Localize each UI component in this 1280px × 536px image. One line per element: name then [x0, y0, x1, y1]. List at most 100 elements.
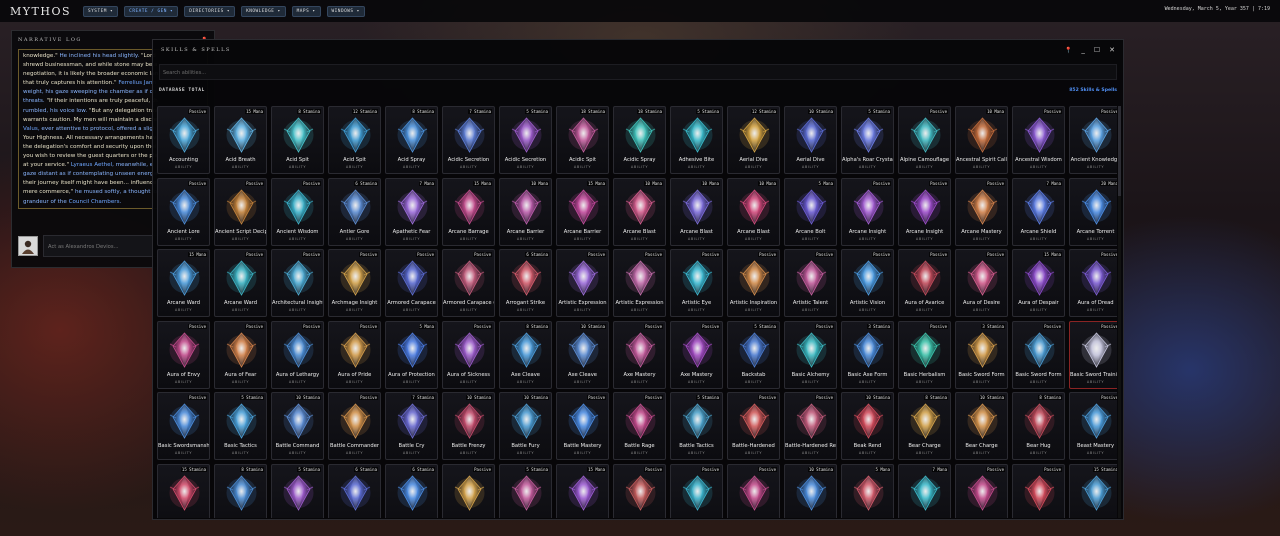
ability-card[interactable]: 5 Stamina Battle Tactics ABILITY [670, 392, 723, 460]
ability-card[interactable]: Passive Armored Carapace ABILITY [385, 249, 438, 317]
ability-card[interactable]: 5 Mana [841, 463, 894, 518]
ability-card[interactable]: Passive Battle-Hardened Resolve ABILITY [784, 392, 837, 460]
ability-card[interactable]: Passive Artistic Eye ABILITY [670, 249, 723, 317]
ability-card[interactable]: Passive Basic Alchemy ABILITY [784, 320, 837, 389]
ability-card[interactable]: 6 Stamina Arrogant Strike ABILITY [499, 249, 552, 317]
ability-card[interactable]: Passive Battle Rage ABILITY [613, 392, 666, 460]
ability-card[interactable]: Passive Alpine Camouflage ABILITY [898, 106, 951, 174]
ability-card[interactable]: 10 Mana Arcane Blast ABILITY [613, 177, 666, 246]
ability-card[interactable]: Passive Aura of Pride ABILITY [328, 320, 381, 389]
ability-card[interactable]: 5 Stamina Backstab ABILITY [727, 320, 780, 389]
ability-card[interactable]: Passive Ancient Wisdom ABILITY [271, 177, 324, 246]
menu-maps[interactable]: MAPS ▾ [291, 5, 321, 17]
character-name-link[interactable]: Council Chambers [69, 199, 120, 205]
ability-card[interactable]: Passive Arcane Ward ABILITY [214, 249, 267, 317]
ability-card[interactable]: 10 Stamina Axe Cleave ABILITY [556, 320, 609, 389]
ability-card[interactable]: 15 Mana Arcane Ward ABILITY [157, 249, 210, 317]
ability-card[interactable]: 10 Stamina Battle Fury ABILITY [499, 392, 552, 460]
scrollbar[interactable] [1118, 106, 1121, 518]
ability-card[interactable]: 8 Stamina Bear Charge ABILITY [898, 392, 951, 460]
ability-card[interactable]: 10 Stamina Battle Frenzy ABILITY [442, 392, 495, 460]
ability-card[interactable]: Passive Architectural Insight ABILITY [271, 249, 324, 317]
pin-icon[interactable]: 📍 [1065, 47, 1072, 54]
close-icon[interactable]: ✕ [1109, 46, 1115, 54]
ability-card[interactable]: Passive Basic Swordsmanship ABILITY [157, 392, 210, 460]
ability-card[interactable]: Passive Ancestral Wisdom ABILITY [1012, 106, 1065, 174]
ability-card[interactable]: Passive Aura of Desire ABILITY [955, 249, 1008, 317]
ability-card[interactable]: 8 Stamina Acid Spray ABILITY [385, 106, 438, 174]
ability-card[interactable]: 15 Stamina [157, 463, 210, 518]
ability-card[interactable]: 8 Stamina Axe Cleave ABILITY [499, 320, 552, 389]
ability-card[interactable]: 10 Stamina Battle Command ABILITY [271, 392, 324, 460]
ability-card[interactable]: 6 Stamina [385, 463, 438, 518]
ability-card[interactable]: Passive Artistic Talent ABILITY [784, 249, 837, 317]
ability-card[interactable]: 5 Mana Aura of Protection ABILITY [385, 320, 438, 389]
minimize-icon[interactable]: _ [1081, 46, 1085, 54]
avatar[interactable] [18, 236, 38, 256]
menu-windows[interactable]: WINDOWS ▾ [326, 5, 365, 17]
ability-card[interactable]: 5 Stamina [271, 463, 324, 518]
ability-card[interactable]: 7 Mana [898, 463, 951, 518]
ability-card[interactable]: 15 Mana Acid Breath ABILITY [214, 106, 267, 174]
ability-card[interactable]: 5 Stamina Adhesive Bite ABILITY [670, 106, 723, 174]
ability-card[interactable]: Passive Aura of Sickness ABILITY [442, 320, 495, 389]
ability-card[interactable]: 15 Mana Arcane Barrage ABILITY [442, 177, 495, 246]
ability-card[interactable]: 12 Stamina Acid Spit ABILITY [328, 106, 381, 174]
ability-card[interactable]: Passive Aura of Fear ABILITY [214, 320, 267, 389]
ability-card[interactable]: 3 Stamina Basic Sword Form ABILITY [955, 320, 1008, 389]
ability-card[interactable]: 12 Stamina Aerial Dive ABILITY [727, 106, 780, 174]
ability-card[interactable]: Passive Ancient Lore ABILITY [157, 177, 210, 246]
ability-card[interactable]: 15 Stamina [1069, 463, 1117, 518]
ability-card[interactable]: 3 Stamina Basic Axe Form ABILITY [841, 320, 894, 389]
ability-card[interactable]: Passive Arcane Mastery ABILITY [955, 177, 1008, 246]
ability-card[interactable]: 7 Mana Arcane Shield ABILITY [1012, 177, 1065, 246]
scrollbar-thumb[interactable] [1118, 106, 1121, 196]
app-logo[interactable]: MYTHOS [10, 5, 71, 18]
menu-directories[interactable]: DIRECTORIES ▾ [184, 5, 236, 17]
ability-card[interactable]: Passive Arcane Insight ABILITY [841, 177, 894, 246]
ability-card[interactable]: Passive [955, 463, 1008, 518]
menu-system[interactable]: SYSTEM ▾ [83, 5, 119, 17]
ability-card[interactable]: Passive Battle Mastery ABILITY [556, 392, 609, 460]
ability-card[interactable]: 7 Stamina Battle Cry ABILITY [385, 392, 438, 460]
ability-card[interactable]: 10 Stamina Beak Rend ABILITY [841, 392, 894, 460]
ability-card[interactable]: Passive Battle-Hardened ABILITY [727, 392, 780, 460]
character-name-link[interactable]: Ferrelius Jann [118, 80, 156, 86]
ability-card[interactable]: 10 Stamina Bear Charge ABILITY [955, 392, 1008, 460]
ability-card[interactable]: 10 Stamina Aerial Dive ABILITY [784, 106, 837, 174]
character-name-link[interactable]: Lyraeus Aethel [71, 162, 112, 168]
ability-card[interactable]: 10 Mana Arcane Blast ABILITY [670, 177, 723, 246]
ability-card[interactable]: Passive [670, 463, 723, 518]
ability-card[interactable]: 10 Stamina [784, 463, 837, 518]
ability-card[interactable]: 5 Stamina [499, 463, 552, 518]
ability-card[interactable]: 15 Mana Aura of Despair ABILITY [1012, 249, 1065, 317]
ability-card[interactable]: Passive Artistic Inspiration ABILITY [727, 249, 780, 317]
maximize-icon[interactable]: ☐ [1094, 46, 1100, 54]
ability-card[interactable]: 15 Mana [556, 463, 609, 518]
ability-card[interactable]: Passive Axe Mastery ABILITY [613, 320, 666, 389]
ability-card[interactable]: 5 Mana Arcane Bolt ABILITY [784, 177, 837, 246]
ability-card[interactable]: 8 Stamina Acid Spit ABILITY [271, 106, 324, 174]
ability-card[interactable]: 10 Mana Arcane Barrier ABILITY [499, 177, 552, 246]
ability-card[interactable]: Passive Basic Sword Form ABILITY [1012, 320, 1065, 389]
ability-card[interactable]: Passive Arcane Insight ABILITY [898, 177, 951, 246]
ability-card[interactable]: Passive [1012, 463, 1065, 518]
ability-card[interactable]: Passive Ancient Script DecipheringABILITY [214, 177, 267, 246]
ability-card[interactable]: 10 Mana Ancestral Spirit Calling ABILITY [955, 106, 1008, 174]
ability-card[interactable]: Passive Artistic Vision ABILITY [841, 249, 894, 317]
ability-card[interactable]: Passive Aura of Lethargy ABILITY [271, 320, 324, 389]
ability-card[interactable]: 8 Stamina [214, 463, 267, 518]
ability-card[interactable]: 7 Stamina Acidic Secretion ABILITY [442, 106, 495, 174]
ability-card[interactable]: 6 Stamina Antler Gore ABILITY [328, 177, 381, 246]
ability-card[interactable]: 10 Mana Arcane Blast ABILITY [727, 177, 780, 246]
ability-card[interactable]: 15 Mana Arcane Barrier ABILITY [556, 177, 609, 246]
ability-card[interactable]: Passive [613, 463, 666, 518]
menu-knowledge[interactable]: KNOWLEDGE ▾ [241, 5, 286, 17]
ability-card[interactable]: Passive Archmage Insight ABILITY [328, 249, 381, 317]
character-name-link[interactable]: Valus [23, 126, 38, 132]
ability-card[interactable]: 5 Stamina Acidic Secretion ABILITY [499, 106, 552, 174]
ability-card[interactable]: 7 Mana Apathetic Fear ABILITY [385, 177, 438, 246]
ability-card[interactable]: Passive Battle Commander ABILITY [328, 392, 381, 460]
ability-search-input[interactable]: Search abilities... [159, 64, 1117, 80]
ability-card[interactable]: 18 Stamina Acidic Spit ABILITY [556, 106, 609, 174]
